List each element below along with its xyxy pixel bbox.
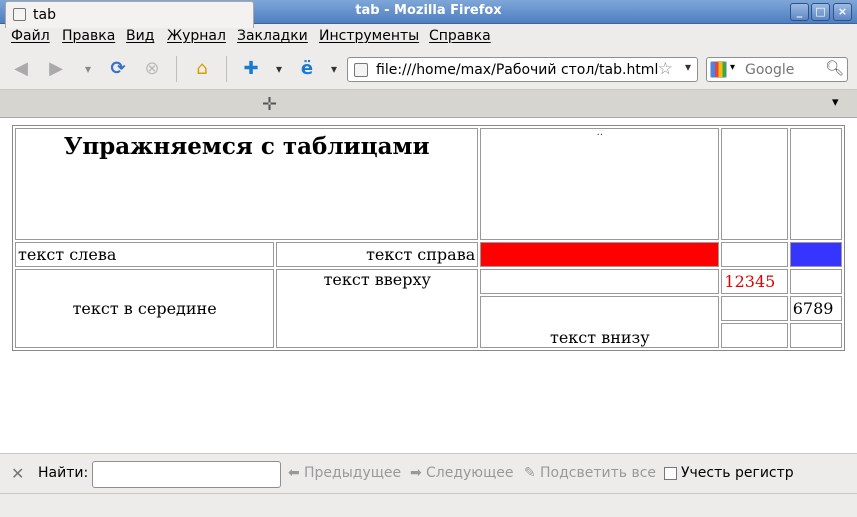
- bookmark-star-icon[interactable]: ☆: [658, 59, 673, 79]
- url-dropdown-icon[interactable]: ▾: [685, 60, 691, 74]
- menu-bookmarks[interactable]: Закладки: [237, 28, 308, 44]
- bottom-text-cell: текст внизу: [480, 296, 720, 348]
- demo-table: Упражняемся с таблицами .. текст слева т…: [12, 125, 845, 351]
- empty-cell: [789, 128, 842, 240]
- url-text[interactable]: file:///home/max/Рабочий стол/tab.html: [376, 62, 658, 78]
- tab-list-chevron-down-icon[interactable]: ▾: [832, 95, 839, 110]
- match-case-checkbox[interactable]: [664, 467, 677, 480]
- search-engine-dropdown-icon[interactable]: ▾: [730, 62, 735, 73]
- arrow-left-icon: ⬅: [288, 465, 300, 481]
- tab-label: tab: [33, 7, 56, 23]
- menu-edit[interactable]: Правка: [62, 28, 115, 44]
- empty-cell: [721, 242, 788, 267]
- forward-icon[interactable]: ▶: [45, 58, 67, 80]
- toolbar-separator: [226, 56, 227, 82]
- tab-active[interactable]: tab: [5, 1, 254, 28]
- status-bar: [0, 493, 857, 517]
- find-next-button[interactable]: ➡ Следующее: [410, 465, 514, 481]
- minimize-icon[interactable]: _: [790, 3, 809, 21]
- back-icon[interactable]: ◀: [10, 58, 32, 80]
- menu-tools[interactable]: Инструменты: [319, 28, 419, 44]
- number-red-cell: 12345: [721, 269, 788, 294]
- maximize-icon[interactable]: □: [811, 3, 830, 21]
- close-window-icon[interactable]: ×: [833, 3, 852, 21]
- red-cell: [480, 242, 720, 267]
- add-bookmark-icon[interactable]: ✚: [240, 58, 262, 80]
- search-bar[interactable]: ▾ 🔍︎: [706, 57, 848, 82]
- close-findbar-icon[interactable]: ✕: [11, 464, 24, 483]
- highlighter-icon: ✎: [524, 465, 536, 481]
- blue-cell: [789, 242, 842, 267]
- ebuddy-icon[interactable]: ë: [296, 58, 318, 80]
- number-cell: 6789: [789, 296, 842, 321]
- menu-file[interactable]: Файл: [11, 28, 50, 44]
- empty-cell: [721, 323, 788, 348]
- search-icon[interactable]: 🔍︎: [825, 59, 844, 77]
- find-previous-button[interactable]: ⬅ Предыдущее: [288, 465, 401, 481]
- url-bar[interactable]: file:///home/max/Рабочий стол/tab.html ☆…: [347, 57, 698, 82]
- right-text-cell: текст справа: [276, 242, 479, 267]
- history-dropdown-icon[interactable]: ▾: [77, 58, 99, 80]
- left-text-cell: текст слева: [15, 242, 275, 267]
- empty-cell: [480, 269, 720, 294]
- empty-cell: [789, 323, 842, 348]
- new-tab-icon[interactable]: ✛: [262, 94, 277, 115]
- match-case-label[interactable]: Учесть регистр: [681, 465, 794, 481]
- middle-text-cell: текст в середине: [15, 269, 275, 348]
- search-input[interactable]: [745, 61, 825, 79]
- stop-icon[interactable]: ⊗: [141, 58, 163, 80]
- find-input[interactable]: [92, 461, 281, 488]
- google-icon[interactable]: [710, 61, 727, 78]
- page-heading: Упражняемся с таблицами: [15, 128, 479, 240]
- page-icon: [354, 63, 368, 77]
- empty-cell: [721, 296, 788, 321]
- menu-help[interactable]: Справка: [429, 28, 491, 44]
- home-icon[interactable]: ⌂: [191, 58, 213, 80]
- tab-page-icon: [13, 8, 26, 21]
- tab-strip: [0, 90, 857, 118]
- find-bar: ✕ Найти: ⬅ Предыдущее ➡ Следующее ✎ Подсвет…: [0, 453, 857, 493]
- arrow-right-icon: ➡: [410, 465, 422, 481]
- ebuddy-dropdown-icon[interactable]: ▾: [323, 58, 345, 80]
- find-label: Найти:: [38, 465, 89, 481]
- bookmark-dropdown-icon[interactable]: ▾: [268, 58, 290, 80]
- toolbar-separator: [176, 56, 177, 82]
- menu-history[interactable]: Журнал: [167, 28, 226, 44]
- highlight-all-button[interactable]: ✎ Подсветить все: [524, 465, 656, 481]
- menu-view[interactable]: Вид: [126, 28, 154, 44]
- reload-icon[interactable]: ⟳: [107, 58, 129, 80]
- dots-cell: ..: [480, 128, 720, 240]
- top-text-cell: текст вверху: [276, 269, 479, 348]
- page-content: Упражняемся с таблицами .. текст слева т…: [0, 118, 857, 453]
- empty-cell: [789, 269, 842, 294]
- empty-cell: [721, 128, 788, 240]
